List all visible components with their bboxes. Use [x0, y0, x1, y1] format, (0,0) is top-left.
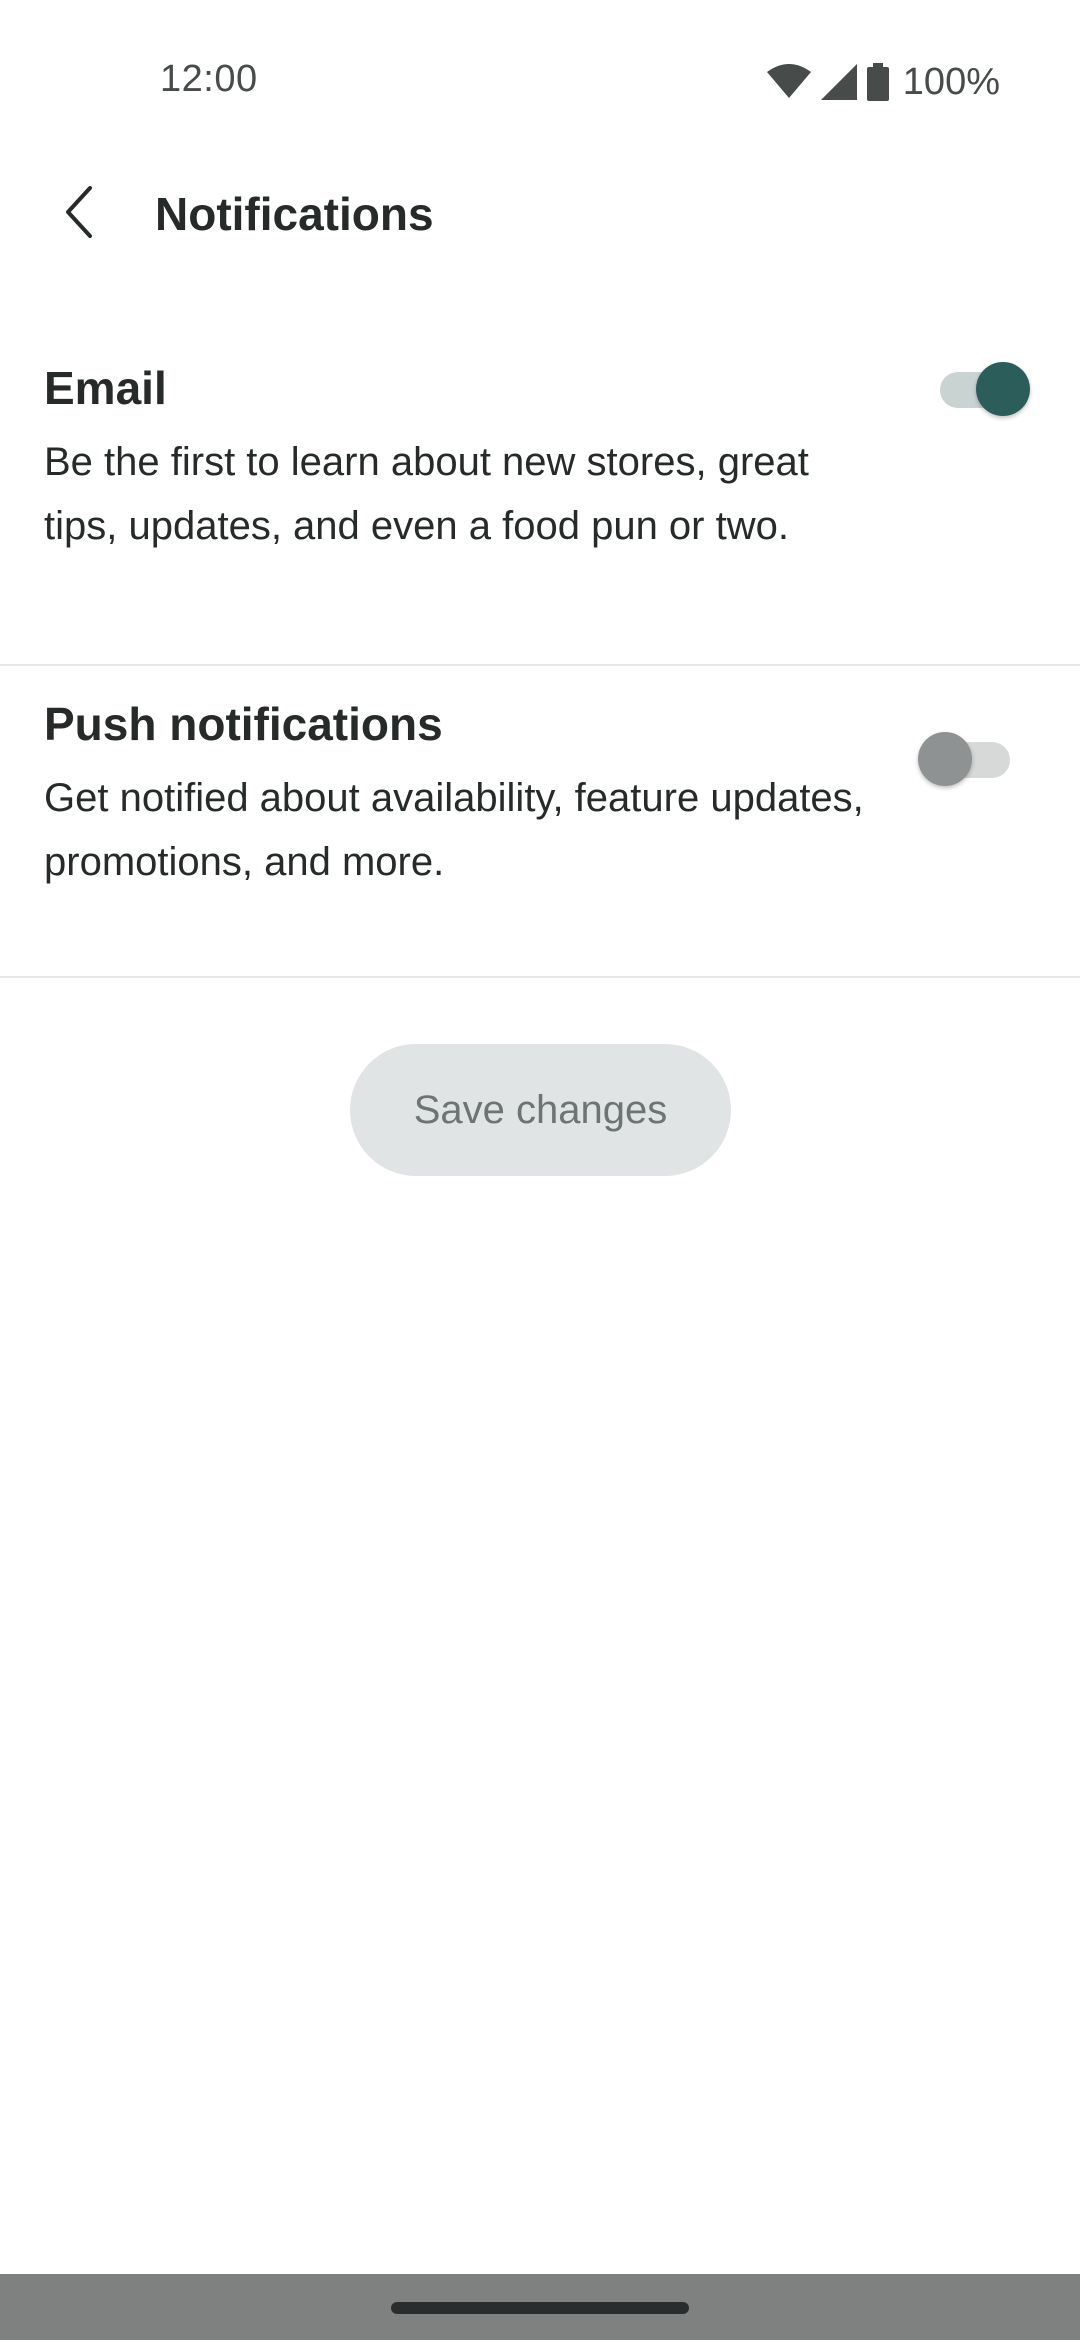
battery-icon [866, 63, 889, 101]
home-gesture-handle[interactable] [391, 2302, 689, 2314]
push-toggle[interactable] [910, 726, 1010, 790]
back-button[interactable] [40, 174, 120, 254]
push-setting-description: Get notified about availability, feature… [44, 776, 864, 884]
status-bar: 12:00 100% [0, 0, 1080, 164]
status-time: 12:00 [160, 58, 258, 100]
save-changes-button[interactable]: Save changes [350, 1044, 731, 1176]
email-setting-title: Email [44, 362, 167, 414]
email-toggle[interactable] [930, 356, 1030, 420]
signal-icon [820, 64, 857, 100]
navigation-bar [0, 2274, 1080, 2340]
page-title: Notifications [155, 188, 434, 240]
battery-percentage: 100% [902, 60, 1000, 103]
email-setting-description: Be the first to learn about new stores, … [44, 440, 809, 548]
push-setting-row: Push notifications Get notified about av… [0, 666, 1080, 978]
app-bar: Notifications [0, 164, 1080, 264]
back-arrow-icon [60, 184, 100, 245]
push-toggle-thumb [918, 732, 972, 786]
wifi-icon [766, 64, 811, 100]
status-icons: 100% [766, 58, 1000, 106]
email-setting-row: Email Be the first to learn about new st… [0, 330, 1080, 666]
email-toggle-thumb [976, 362, 1030, 416]
push-setting-title: Push notifications [44, 698, 443, 750]
